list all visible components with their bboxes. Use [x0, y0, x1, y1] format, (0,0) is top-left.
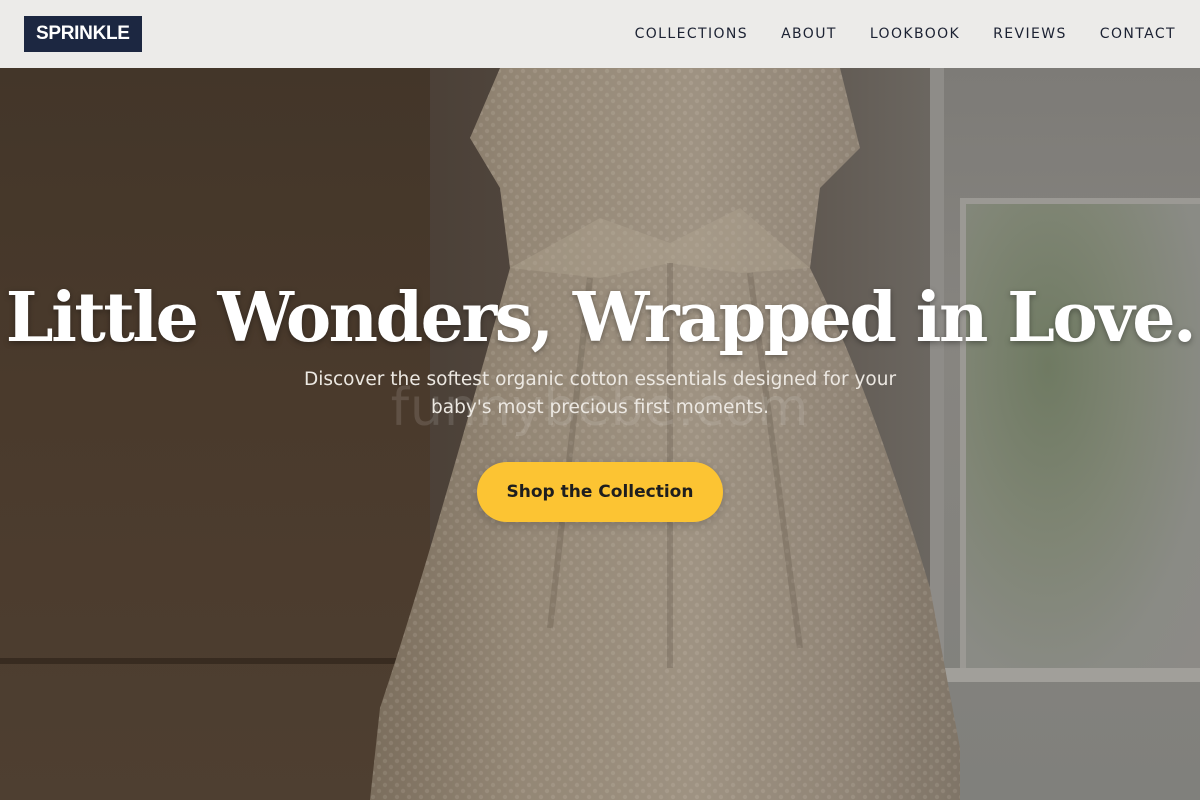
nav-item-reviews[interactable]: REVIEWS	[993, 26, 1067, 42]
site-header: SPRINKLE COLLECTIONS ABOUT LOOKBOOK REVI…	[0, 0, 1200, 68]
hero-title: Little Wonders, Wrapped in Love.	[5, 278, 1197, 358]
landing-page: SPRINKLE COLLECTIONS ABOUT LOOKBOOK REVI…	[0, 0, 1200, 800]
hero-subtitle: Discover the softest organic cotton esse…	[303, 369, 897, 418]
nav-item-about[interactable]: ABOUT	[781, 26, 837, 42]
nav-item-lookbook[interactable]: LOOKBOOK	[870, 26, 960, 42]
main-nav: COLLECTIONS ABOUT LOOKBOOK REVIEWS CONTA…	[602, 26, 1176, 42]
hero-section: Little Wonders, Wrapped in Love. funnybe…	[0, 68, 1200, 800]
shop-collection-button[interactable]: Shop the Collection	[477, 462, 723, 522]
hero-content: Little Wonders, Wrapped in Love. funnybe…	[0, 68, 1200, 800]
nav-item-contact[interactable]: CONTACT	[1100, 26, 1176, 42]
brand-logo[interactable]: SPRINKLE	[24, 16, 142, 52]
nav-item-collections[interactable]: COLLECTIONS	[635, 26, 748, 42]
